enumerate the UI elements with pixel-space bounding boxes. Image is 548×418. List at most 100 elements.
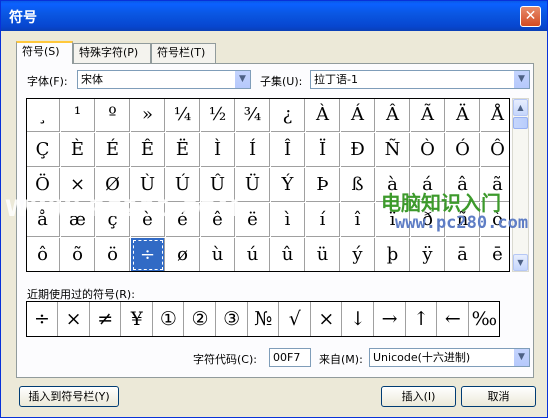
recent-symbol-cell[interactable]: × (311, 302, 343, 336)
symbol-cell[interactable]: Ï (306, 133, 340, 167)
symbol-cell[interactable]: ù (201, 238, 235, 271)
title-bar[interactable]: 符号 ✕ (1, 1, 547, 31)
symbol-cell[interactable]: ì (271, 203, 305, 237)
tab-special-characters[interactable]: 特殊字符(P) (73, 43, 151, 63)
scroll-up-icon[interactable]: ▲ (513, 99, 528, 116)
recent-symbol-cell[interactable]: ① (153, 302, 185, 336)
recent-symbol-cell[interactable]: ③ (217, 302, 248, 336)
symbol-cell[interactable]: Ó (446, 133, 480, 167)
recent-symbol-cell[interactable]: ↑ (406, 302, 438, 336)
symbol-cell[interactable]: ô (27, 238, 60, 271)
recent-symbol-cell[interactable]: √ (280, 302, 311, 336)
symbol-cell[interactable]: À (306, 99, 340, 132)
symbol-cell[interactable]: Ð (341, 133, 375, 167)
symbol-cell[interactable]: à (376, 168, 410, 202)
symbol-cell[interactable]: ¸ (27, 99, 60, 132)
symbol-cell[interactable]: Ø (96, 168, 130, 202)
symbol-cell[interactable]: ö (96, 238, 130, 271)
symbol-cell[interactable]: é (166, 203, 200, 237)
tab-symbols[interactable]: 符号(S) (16, 41, 73, 64)
symbol-cell[interactable]: Î (271, 133, 305, 167)
symbol-cell[interactable]: æ (61, 203, 95, 237)
symbol-cell[interactable]: â (446, 168, 480, 202)
symbol-cell[interactable]: Å (481, 99, 509, 132)
symbol-cell[interactable]: ¿ (271, 99, 305, 132)
symbol-cell[interactable]: ¼ (166, 99, 200, 132)
scroll-down-icon[interactable]: ▼ (513, 254, 528, 271)
symbol-cell[interactable]: ÿ (411, 238, 445, 271)
chevron-down-icon[interactable]: ▼ (513, 71, 529, 88)
symbol-cell[interactable]: Â (376, 99, 410, 132)
symbol-cell[interactable]: ð (411, 203, 445, 237)
symbol-cell[interactable]: Ú (166, 168, 200, 202)
symbol-cell[interactable]: á (411, 168, 445, 202)
symbol-cell[interactable]: Û (201, 168, 235, 202)
symbol-cell[interactable]: î (341, 203, 375, 237)
symbol-cell[interactable]: Ü (236, 168, 270, 202)
font-select[interactable]: 宋体 ▼ (77, 70, 251, 89)
symbol-cell[interactable]: ë (236, 203, 270, 237)
symbol-cell[interactable]: Ç (27, 133, 60, 167)
recent-symbol-cell[interactable]: ← (438, 302, 469, 336)
recent-symbol-cell[interactable]: № (248, 302, 280, 336)
symbol-cell[interactable]: å (27, 203, 60, 237)
symbol-cell[interactable]: ½ (201, 99, 235, 132)
symbol-cell[interactable]: ß (341, 168, 375, 202)
symbol-cell[interactable]: º (96, 99, 130, 132)
recent-symbol-cell[interactable]: → (375, 302, 406, 336)
symbol-cell[interactable]: í (306, 203, 340, 237)
symbol-cell[interactable]: È (61, 133, 95, 167)
symbol-cell[interactable]: ê (201, 203, 235, 237)
insert-to-symbol-bar-button[interactable]: 插入到符号栏(Y) (19, 386, 119, 407)
symbol-cell[interactable]: Ã (411, 99, 445, 132)
recent-symbol-cell[interactable]: ↓ (343, 302, 374, 336)
symbol-cell[interactable]: Ò (411, 133, 445, 167)
symbol-cell[interactable]: ¾ (236, 99, 270, 132)
recent-symbol-cell[interactable]: × (59, 302, 90, 336)
symbol-cell[interactable]: Ù (131, 168, 165, 202)
recent-symbol-cell[interactable]: ≠ (90, 302, 122, 336)
symbol-cell[interactable]: è (131, 203, 165, 237)
symbol-cell[interactable]: ý (341, 238, 375, 271)
symbol-cell[interactable]: ø (166, 238, 200, 271)
symbol-cell[interactable]: Ê (131, 133, 165, 167)
from-select[interactable]: Unicode(十六进制) ▼ (369, 348, 530, 367)
symbol-cell[interactable]: ¹ (61, 99, 95, 132)
symbol-cell[interactable]: ï (376, 203, 410, 237)
symbol-cell[interactable]: û (271, 238, 305, 271)
symbol-cell[interactable]: Ô (481, 133, 509, 167)
symbol-cell[interactable]: ā (446, 238, 480, 271)
tab-symbol-bar[interactable]: 符号栏(T) (151, 43, 216, 63)
symbol-cell-selected[interactable]: ÷ (131, 238, 165, 271)
symbol-cell[interactable]: ü (306, 238, 340, 271)
chevron-down-icon[interactable]: ▼ (513, 349, 529, 366)
scroll-thumb[interactable] (513, 117, 528, 129)
symbol-cell[interactable]: ú (236, 238, 270, 271)
symbol-cell[interactable]: ñ (446, 203, 480, 237)
recent-symbol-cell[interactable]: ‰ (469, 302, 499, 336)
symbol-cell[interactable]: Í (236, 133, 270, 167)
symbol-cell[interactable]: ç (96, 203, 130, 237)
symbol-cell[interactable]: Ñ (376, 133, 410, 167)
subset-select[interactable]: 拉丁语-1 ▼ (310, 70, 530, 89)
symbol-cell[interactable]: Ì (201, 133, 235, 167)
symbol-cell[interactable]: » (131, 99, 165, 132)
symbol-cell[interactable]: Á (341, 99, 375, 132)
recent-symbol-cell[interactable]: ÷ (27, 302, 58, 336)
symbol-cell[interactable]: Ö (27, 168, 60, 202)
symbol-grid-scrollbar[interactable]: ▲ ▼ (512, 98, 529, 272)
char-code-input[interactable]: 00F7 (269, 348, 311, 367)
cancel-button[interactable]: 取消 (461, 386, 536, 407)
symbol-cell[interactable]: Ä (446, 99, 480, 132)
symbol-cell[interactable]: Þ (306, 168, 340, 202)
symbol-cell[interactable]: ã (481, 168, 509, 202)
insert-button[interactable]: 插入(I) (381, 386, 456, 407)
recent-symbol-cell[interactable]: ¥ (122, 302, 153, 336)
chevron-down-icon[interactable]: ▼ (234, 71, 250, 88)
symbol-cell[interactable]: õ (61, 238, 95, 271)
symbol-cell[interactable]: É (96, 133, 130, 167)
symbol-cell[interactable]: ò (481, 203, 509, 237)
symbol-cell[interactable]: × (61, 168, 95, 202)
symbol-cell[interactable]: ē (481, 238, 509, 271)
symbol-cell[interactable]: Ý (271, 168, 305, 202)
